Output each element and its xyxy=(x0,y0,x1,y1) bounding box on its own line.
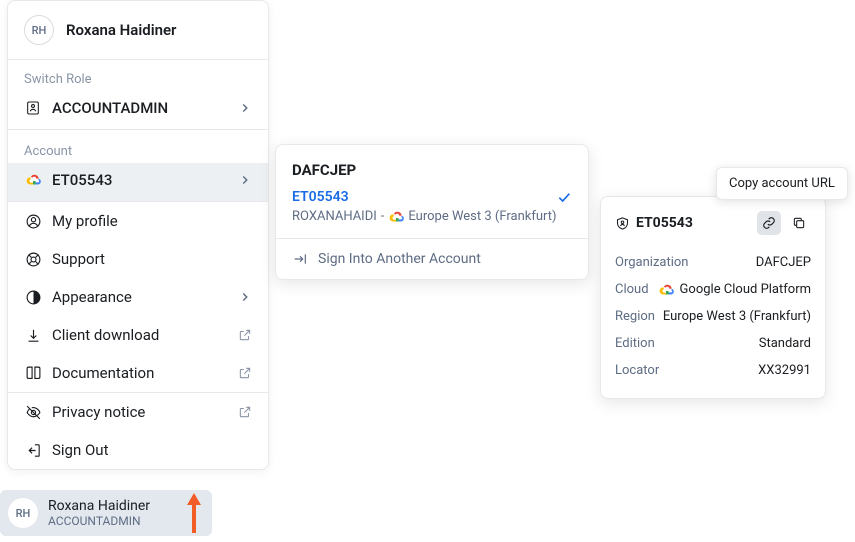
account-item[interactable]: ET05543 xyxy=(8,163,268,201)
menu-client-download-label: Client download xyxy=(52,326,228,344)
privacy-icon xyxy=(24,403,42,421)
switch-role-section: Switch Role ACCOUNTADMIN xyxy=(8,60,268,129)
user-menu-panel: RH Roxana Haidiner Switch Role ACCOUNTAD… xyxy=(7,0,269,470)
detail-row-organization: Organization DAFCJEP xyxy=(615,249,811,276)
detail-key: Edition xyxy=(615,336,655,351)
detail-row-edition: Edition Standard xyxy=(615,330,811,357)
menu-signout[interactable]: Sign Out xyxy=(8,431,268,469)
profile-icon xyxy=(24,212,42,230)
menu-appearance[interactable]: Appearance xyxy=(8,278,268,316)
flyout-owner: ROXANAHAIDI xyxy=(292,209,377,224)
avatar: RH xyxy=(24,15,54,45)
arrow-up-icon xyxy=(185,491,203,535)
user-name: Roxana Haidiner xyxy=(66,21,176,39)
chevron-right-icon xyxy=(238,173,252,187)
check-icon xyxy=(556,189,572,205)
menu-privacy-label: Privacy notice xyxy=(52,403,228,421)
detail-title: ET05543 xyxy=(615,215,693,231)
flyout-org: DAFCJEP xyxy=(276,145,588,179)
chevron-right-icon xyxy=(238,290,252,304)
appearance-icon xyxy=(24,288,42,306)
download-icon xyxy=(24,326,42,344)
flyout-meta: ROXANAHAIDI - Europe West 3 (Frankfurt) xyxy=(292,209,572,224)
external-link-icon xyxy=(238,366,252,380)
account-flyout: DAFCJEP ET05543 ROXANAHAIDI - Europe Wes… xyxy=(275,144,589,280)
role-icon xyxy=(24,99,42,117)
book-icon xyxy=(24,364,42,382)
flyout-account-item[interactable]: ET05543 ROXANAHAIDI - Europe West 3 (Fra… xyxy=(276,179,588,238)
menu-profile-label: My profile xyxy=(52,212,252,230)
account-detail-card: ET05543 Organization DAFCJEP Cloud Googl… xyxy=(600,196,826,399)
flyout-region: Europe West 3 (Frankfurt) xyxy=(408,209,556,224)
menu-signout-label: Sign Out xyxy=(52,441,252,459)
copy-url-button[interactable] xyxy=(757,211,781,235)
switch-role-label: Switch Role xyxy=(8,60,268,91)
gcp-icon xyxy=(24,171,42,189)
support-icon xyxy=(24,250,42,268)
detail-key: Cloud xyxy=(615,282,649,297)
detail-value: XX32991 xyxy=(758,363,811,378)
detail-value: Google Cloud Platform xyxy=(658,282,811,297)
account-value: ET05543 xyxy=(52,171,228,189)
bottom-user-text: Roxana Haidiner ACCOUNTADMIN xyxy=(48,498,150,528)
external-link-icon xyxy=(238,328,252,342)
detail-key: Region xyxy=(615,309,655,324)
menu-documentation[interactable]: Documentation xyxy=(8,354,268,392)
menu-documentation-label: Documentation xyxy=(52,364,228,382)
flyout-signin[interactable]: Sign Into Another Account xyxy=(276,238,588,279)
tooltip-copy-url: Copy account URL xyxy=(716,167,848,200)
gcp-icon xyxy=(388,211,404,223)
menu-list: My profile Support Appearance Client dow… xyxy=(8,202,268,469)
menu-appearance-label: Appearance xyxy=(52,288,228,306)
menu-support-label: Support xyxy=(52,250,252,268)
signin-arrow-icon xyxy=(292,251,308,267)
shield-icon xyxy=(615,216,630,231)
detail-value: Standard xyxy=(759,336,811,351)
detail-row-region: Region Europe West 3 (Frankfurt) xyxy=(615,303,811,330)
chevron-right-icon xyxy=(238,101,252,115)
account-section: Account ET05543 xyxy=(8,132,268,201)
external-link-icon xyxy=(238,405,252,419)
menu-client-download[interactable]: Client download xyxy=(8,316,268,354)
menu-privacy[interactable]: Privacy notice xyxy=(8,393,268,431)
link-icon xyxy=(762,216,776,230)
bottom-user-role: ACCOUNTADMIN xyxy=(48,514,150,528)
detail-actions xyxy=(757,211,811,235)
switch-role-value: ACCOUNTADMIN xyxy=(52,99,228,117)
flyout-signin-label: Sign Into Another Account xyxy=(318,251,481,267)
gcp-icon xyxy=(658,284,674,296)
detail-row-locator: Locator XX32991 xyxy=(615,357,811,384)
user-header: RH Roxana Haidiner xyxy=(8,1,268,59)
detail-key: Locator xyxy=(615,363,659,378)
switch-role-item[interactable]: ACCOUNTADMIN xyxy=(8,91,268,129)
detail-value: Europe West 3 (Frankfurt) xyxy=(663,309,811,324)
detail-title-text: ET05543 xyxy=(636,215,693,231)
detail-key: Organization xyxy=(615,255,688,270)
divider xyxy=(8,129,268,130)
flyout-account-id: ET05543 xyxy=(292,189,349,205)
bottom-user-chip[interactable]: RH Roxana Haidiner ACCOUNTADMIN xyxy=(0,490,212,536)
menu-profile[interactable]: My profile xyxy=(8,202,268,240)
bottom-user-name: Roxana Haidiner xyxy=(48,498,150,514)
detail-value: DAFCJEP xyxy=(756,255,811,270)
signout-icon xyxy=(24,441,42,459)
detail-row-cloud: Cloud Google Cloud Platform xyxy=(615,276,811,303)
avatar: RH xyxy=(8,498,38,528)
copy-button[interactable] xyxy=(787,211,811,235)
menu-support[interactable]: Support xyxy=(8,240,268,278)
account-label: Account xyxy=(8,132,268,163)
copy-icon xyxy=(792,216,806,230)
